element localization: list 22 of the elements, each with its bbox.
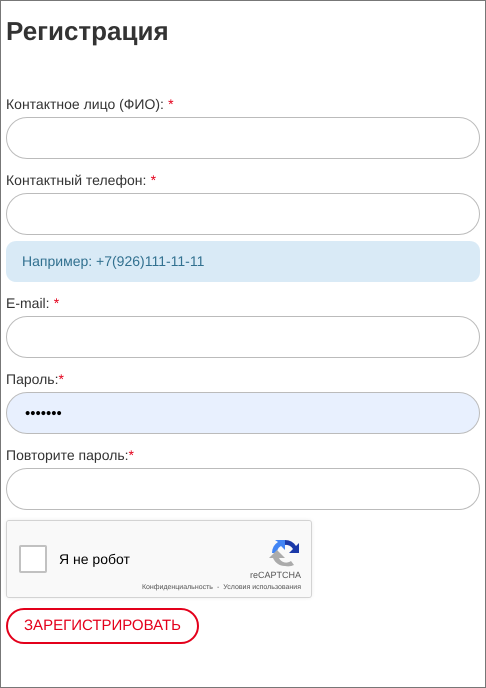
field-label: Контактный телефон: — [6, 172, 146, 188]
input-field[interactable] — [6, 468, 480, 510]
register-button[interactable]: ЗАРЕГИСТРИРОВАТЬ — [6, 608, 199, 644]
field-label: Пароль: — [6, 371, 58, 387]
input-field[interactable] — [6, 316, 480, 358]
field-label: Повторите пароль: — [6, 447, 129, 463]
captcha-label: Я не робот — [59, 550, 131, 569]
required-mark: * — [54, 295, 60, 311]
hint-text: Например: +7(926)111-11-11 — [6, 241, 480, 282]
page-title: Регистрация — [6, 15, 170, 47]
recaptcha-icon — [269, 537, 301, 569]
required-mark: * — [58, 371, 64, 387]
input-field[interactable] — [6, 117, 480, 159]
recaptcha-brand: reCAPTCHA — [250, 569, 301, 582]
input-field[interactable] — [6, 193, 480, 235]
checkbox[interactable] — [19, 545, 47, 573]
field-label: Контактное лицо (ФИО): — [6, 96, 164, 112]
required-mark: * — [150, 172, 156, 188]
required-mark: * — [128, 447, 134, 463]
field-label: E-mail: — [6, 295, 50, 311]
required-mark: * — [168, 96, 174, 112]
input-field[interactable]: ••••••• — [6, 392, 480, 434]
